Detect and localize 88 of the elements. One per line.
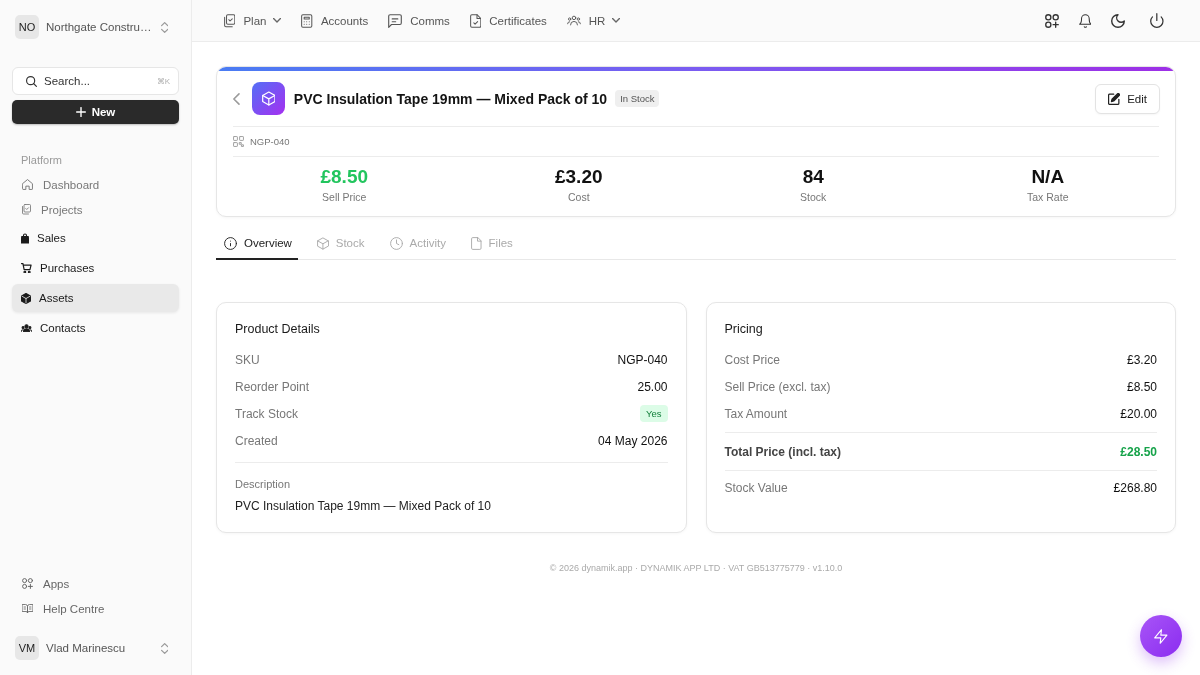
chevrons-up-down-icon[interactable] <box>160 21 168 33</box>
nav-item[interactable]: Certificates <box>469 13 547 28</box>
sidebar-item[interactable]: Sales <box>12 224 179 252</box>
footer-text: © 2026 dynamik.app · DYNAMIK APP LTD · VAT GB513775779 · v1.10.0 <box>549 563 843 573</box>
field-value: £3.20 <box>1126 352 1157 367</box>
sidebar-item[interactable]: Contacts <box>12 314 179 342</box>
sidebar-item[interactable]: Purchases <box>12 254 179 282</box>
workspace-name[interactable]: Northgate Constru… <box>46 21 154 33</box>
quick-action-button[interactable] <box>1140 615 1182 657</box>
clock-icon <box>389 236 403 250</box>
users-icon <box>566 15 581 26</box>
nav-item[interactable]: Plan <box>224 13 282 28</box>
plus-icon <box>75 107 86 117</box>
sidebar-link[interactable]: Apps <box>12 571 179 596</box>
edit-icon <box>1108 92 1121 105</box>
stat-value: 84 <box>802 166 824 188</box>
field-label: Cost Price <box>724 352 780 367</box>
users-icon <box>21 323 32 333</box>
sidebar-link[interactable]: Help Centre <box>12 596 179 621</box>
chevrons-up-down-icon[interactable] <box>160 642 168 654</box>
edit-button[interactable]: Edit <box>1095 83 1160 114</box>
cube-icon <box>21 292 31 304</box>
user-name[interactable]: Vlad Marinescu <box>46 642 154 654</box>
nav-item[interactable]: HR <box>566 14 621 27</box>
stat-label: Stock <box>800 190 827 204</box>
new-button[interactable]: New <box>12 100 179 124</box>
shortcut-hint: ⌘K <box>156 76 170 86</box>
status-badge: In Stock <box>615 90 660 107</box>
apps-grid-icon <box>22 578 33 589</box>
file-icon <box>470 236 482 250</box>
field-label: Track Stock <box>235 406 298 421</box>
search-icon <box>26 75 37 87</box>
stat-value: £3.20 <box>554 166 603 188</box>
field-value: 04 May 2026 <box>598 433 668 448</box>
qr-code-icon <box>233 136 244 147</box>
documents-icon <box>22 204 31 215</box>
stat-label: Cost <box>567 190 590 204</box>
stat-label: Tax Rate <box>1027 190 1069 204</box>
moon-icon[interactable] <box>1111 13 1126 28</box>
field-label: Sell Price (excl. tax) <box>724 379 831 394</box>
field-label: Tax Amount <box>724 406 788 421</box>
calculator-icon <box>301 13 313 28</box>
field-label: Description <box>235 477 292 491</box>
cube-icon <box>316 236 329 250</box>
sidebar-item[interactable]: Projects <box>12 197 179 222</box>
chat-bubble-icon <box>388 13 403 28</box>
product-title: PVC Insulation Tape 19mm — Mixed Pack of 10 <box>293 90 608 107</box>
field-value: 25.00 <box>637 379 668 394</box>
book-icon <box>22 603 33 614</box>
field-value: £268.80 <box>1113 480 1157 495</box>
file-check-icon <box>469 13 482 28</box>
field-label: Reorder Point <box>235 379 310 394</box>
field-value: £8.50 <box>1126 379 1157 394</box>
field-value: £20.00 <box>1120 406 1157 421</box>
info-icon <box>224 236 237 250</box>
sidebar-item[interactable]: Assets <box>12 284 179 312</box>
search-input[interactable]: Search... <box>44 75 150 87</box>
power-icon[interactable] <box>1150 13 1164 28</box>
cart-icon <box>21 262 32 274</box>
avatar: VM <box>15 636 39 660</box>
status-badge: Yes <box>640 405 668 422</box>
sidebar-item[interactable]: Dashboard <box>12 172 179 197</box>
nav-item[interactable]: Accounts <box>301 13 369 28</box>
card-title: Pricing <box>724 321 764 337</box>
shopping-bag-icon <box>21 232 29 244</box>
bell-icon[interactable] <box>1078 13 1092 28</box>
back-icon[interactable] <box>233 92 240 105</box>
field-label: SKU <box>235 352 260 367</box>
card-title: Product Details <box>235 321 321 337</box>
documents-icon <box>224 13 236 28</box>
description-text: PVC Insulation Tape 19mm — Mixed Pack of 10 <box>235 498 492 514</box>
lightning-icon <box>1154 628 1168 644</box>
house-icon <box>22 179 33 190</box>
field-label: Created <box>235 433 278 448</box>
sku-text: NGP-040 <box>250 136 290 147</box>
apps-grid-icon[interactable] <box>1044 13 1059 28</box>
stat-value: £8.50 <box>320 166 368 188</box>
field-label: Stock Value <box>724 480 788 495</box>
section-label: Platform <box>20 153 63 167</box>
cube-icon <box>251 82 285 115</box>
nav-item[interactable]: Comms <box>388 13 450 28</box>
avatar: NO <box>15 15 39 39</box>
field-value: £28.50 <box>1120 444 1157 459</box>
field-value: NGP-040 <box>617 352 668 367</box>
stat-value: N/A <box>1031 166 1065 188</box>
field-label: Total Price (incl. tax) <box>724 444 841 459</box>
tab[interactable]: Overview <box>216 228 298 260</box>
stat-label: Sell Price <box>322 190 367 204</box>
